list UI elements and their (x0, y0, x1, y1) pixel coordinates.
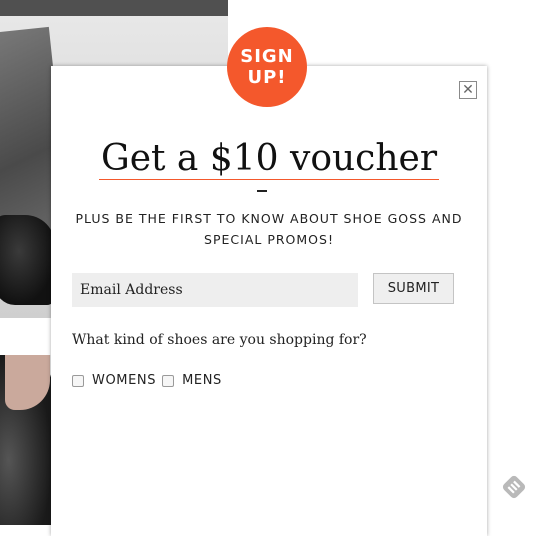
mens-label: MENS (182, 373, 222, 388)
womens-checkbox[interactable] (72, 374, 84, 387)
headline-text: Get a $10 voucher (98, 138, 440, 180)
headline-divider (257, 190, 267, 192)
submit-button[interactable]: SUBMIT (373, 273, 454, 304)
close-icon[interactable]: ✕ (459, 81, 477, 99)
photo-dark-band (0, 0, 228, 16)
photo-shoe (0, 215, 55, 305)
modal-headline: Get a $10 voucher (51, 138, 487, 180)
option-womens[interactable]: WOMENS (72, 373, 156, 388)
option-mens[interactable]: MENS (162, 373, 222, 388)
badge-line1: SIGN (240, 46, 294, 67)
modal-subhead: PLUS BE THE FIRST TO KNOW ABOUT SHOE GOS… (75, 211, 463, 247)
signup-badge: SIGN UP! (227, 27, 307, 107)
feedly-icon[interactable] (499, 472, 529, 502)
mens-checkbox[interactable] (162, 374, 175, 387)
womens-label: WOMENS (92, 373, 157, 388)
email-field[interactable] (72, 273, 358, 307)
shoe-preference-options: WOMENS MENS (72, 373, 228, 388)
badge-line2: UP! (247, 67, 287, 88)
shoe-preference-question: What kind of shoes are you shopping for? (72, 332, 367, 348)
signup-modal: ✕ Get a $10 voucher PLUS BE THE FIRST TO… (51, 66, 487, 536)
